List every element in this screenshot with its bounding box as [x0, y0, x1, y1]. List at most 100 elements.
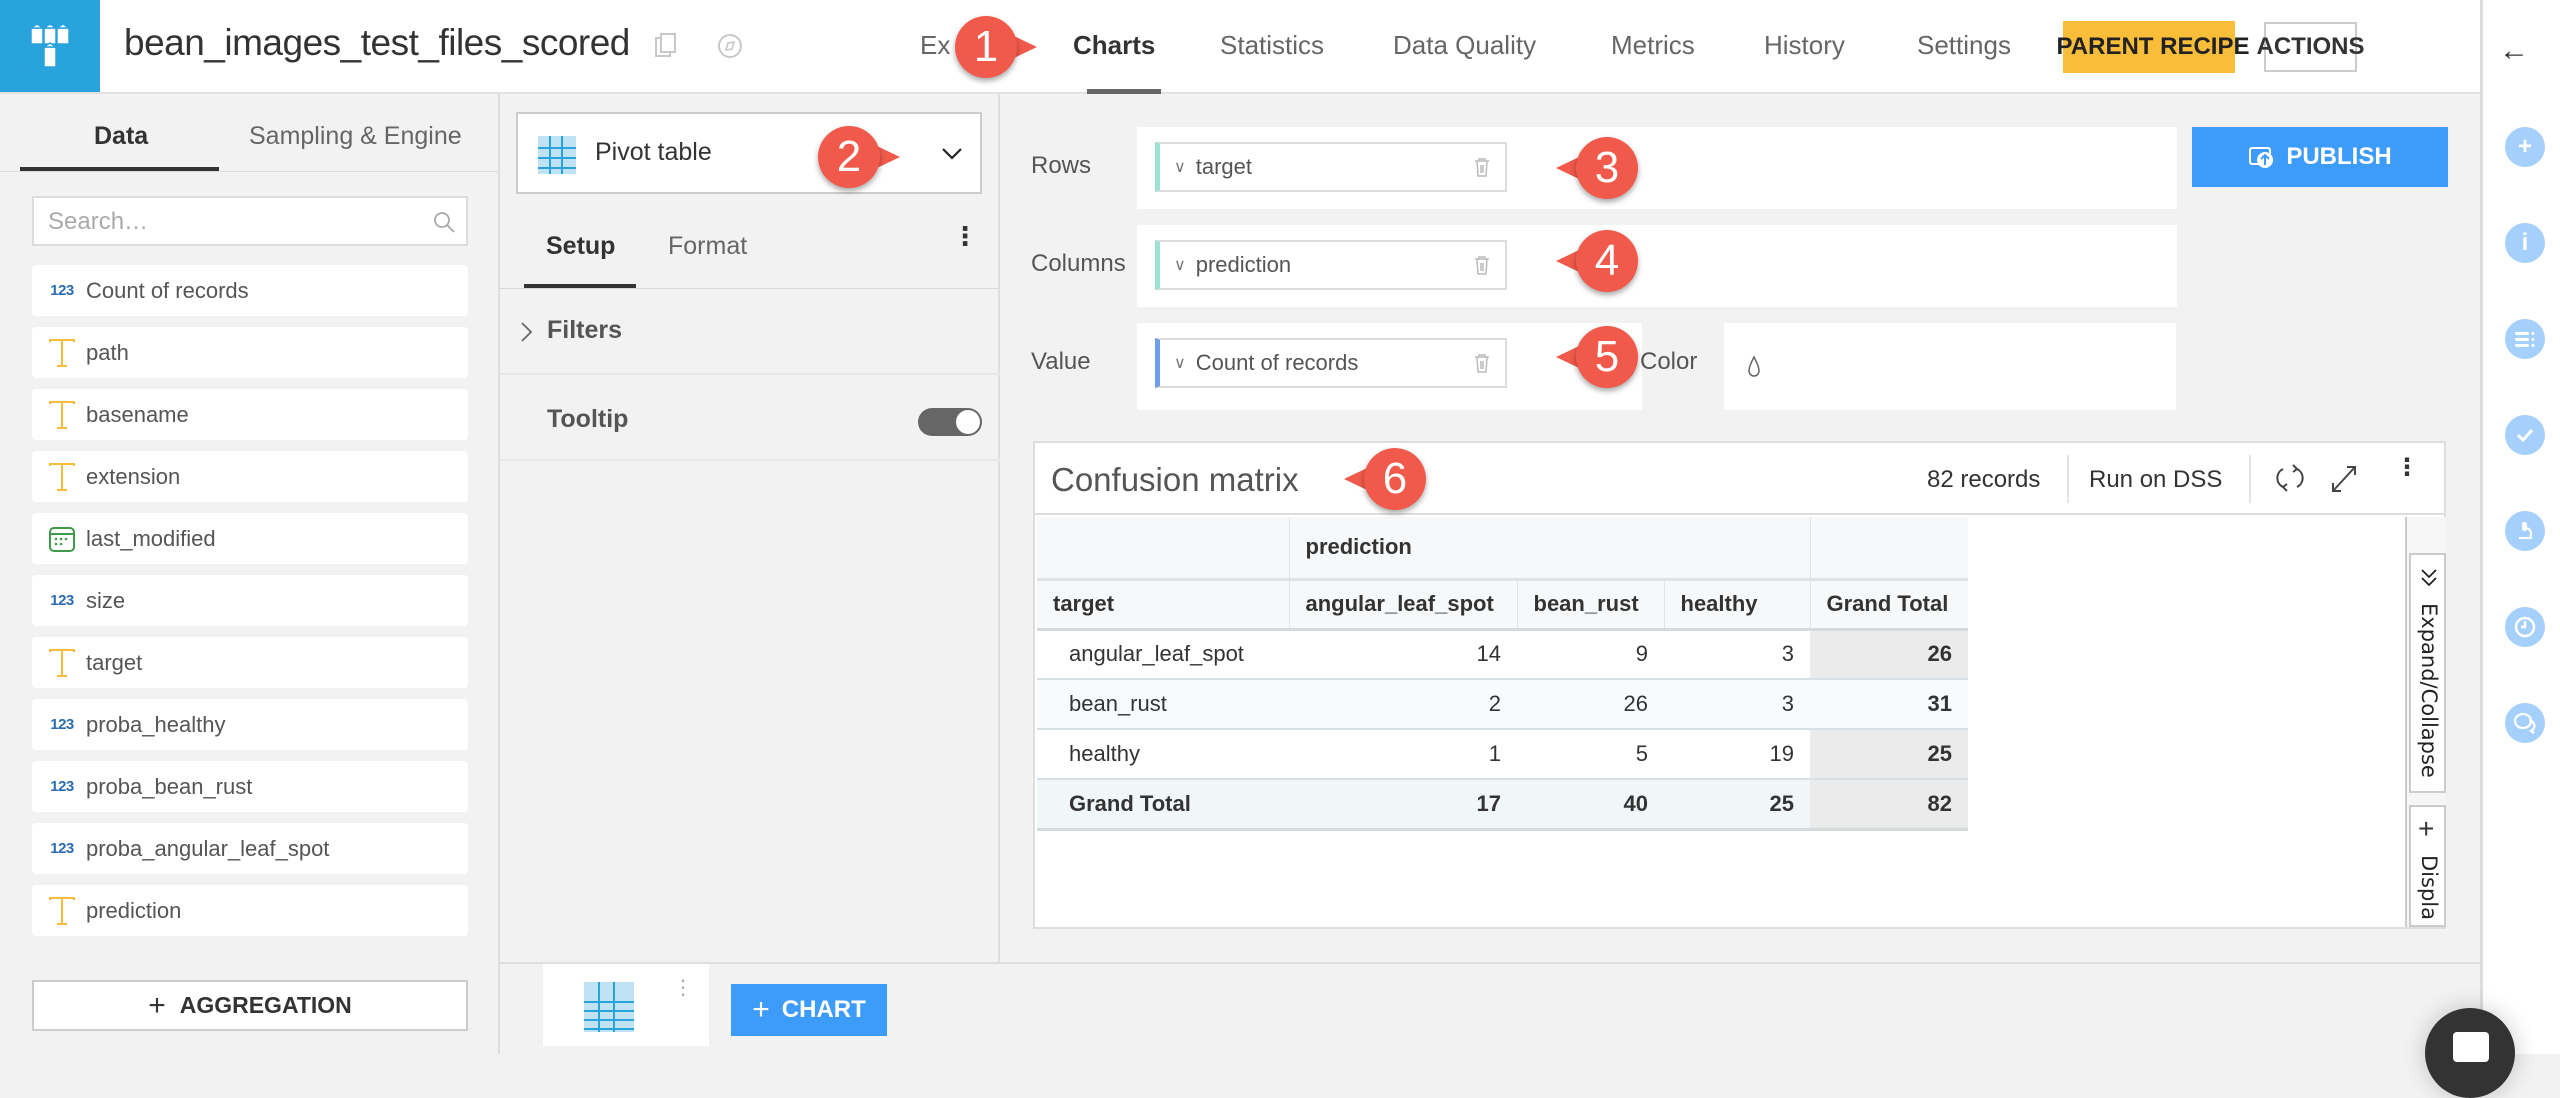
- column-header[interactable]: bean_rust: [1516, 579, 1664, 631]
- chart-thumbnail-tab[interactable]: ⋮: [543, 964, 709, 1046]
- field-item[interactable]: 123 proba_bean_rust: [32, 761, 468, 812]
- callout-number: 4: [1594, 236, 1620, 285]
- row-header-cell[interactable]: angular_leaf_spot: [1037, 629, 1289, 680]
- value-cell: 5: [1517, 729, 1664, 780]
- top-bar: bean_images_test_files_scored Ex Charts …: [0, 0, 2480, 94]
- pivot-corner-cell: [1037, 517, 1289, 581]
- chevron-down-icon[interactable]: ∨: [1174, 353, 1186, 373]
- chart-tab-options-icon[interactable]: ⋮: [673, 978, 693, 998]
- columns-dropzone[interactable]: ∨ prediction: [1137, 225, 2177, 307]
- actions-button[interactable]: ACTIONS: [2257, 22, 2365, 72]
- field-item[interactable]: basename: [32, 389, 468, 440]
- field-item[interactable]: last_modified: [32, 513, 468, 564]
- tooltip-toggle[interactable]: [918, 408, 982, 436]
- tab-statistics[interactable]: Statistics: [1220, 30, 1324, 61]
- filters-section[interactable]: Filters: [500, 289, 1000, 375]
- column-header[interactable]: angular_leaf_spot: [1288, 579, 1517, 631]
- tab-charts[interactable]: Charts: [1073, 30, 1155, 61]
- dataset-title: bean_images_test_files_scored: [124, 22, 630, 63]
- field-item[interactable]: 123 proba_angular_leaf_spot: [32, 823, 468, 874]
- field-item[interactable]: prediction: [32, 885, 468, 936]
- tab-setup[interactable]: Setup: [546, 232, 615, 261]
- tab-sampling-engine[interactable]: Sampling & Engine: [249, 122, 462, 151]
- tab-settings[interactable]: Settings: [1917, 30, 2011, 61]
- trash-icon[interactable]: [1473, 254, 1491, 276]
- color-dropzone[interactable]: [1724, 323, 2176, 410]
- date-type-icon: [42, 525, 82, 553]
- dataset-logo[interactable]: [0, 0, 100, 92]
- parent-recipe-button[interactable]: PARENT RECIPE: [2057, 21, 2249, 73]
- execution-engine-button[interactable]: Run on DSS: [2089, 466, 2222, 494]
- filters-label: Filters: [547, 316, 623, 344]
- value-cell: 3: [1664, 629, 1810, 680]
- color-drop-icon: [1748, 355, 1760, 377]
- collapse-arrow-icon[interactable]: ←: [2499, 34, 2529, 68]
- row-total-cell: 31: [1810, 679, 1968, 730]
- row-dimension-header[interactable]: target: [1037, 579, 1289, 631]
- expand-collapse-label: Expand/Collapse: [2417, 603, 2441, 778]
- value-pill[interactable]: ∨ Count of records: [1155, 338, 1507, 388]
- fullscreen-icon[interactable]: [2329, 461, 2359, 495]
- row-header-cell[interactable]: bean_rust: [1037, 679, 1289, 730]
- field-item[interactable]: 123 size: [32, 575, 468, 626]
- callout-marker: 1: [955, 16, 1037, 78]
- more-options-icon[interactable]: ⋮: [952, 223, 978, 249]
- row-header-cell[interactable]: healthy: [1037, 729, 1289, 780]
- chart-type-selector[interactable]: Pivot table: [516, 112, 982, 194]
- trash-icon[interactable]: [1473, 156, 1491, 178]
- lab-microscope-icon[interactable]: [2505, 511, 2545, 551]
- add-circle-icon[interactable]: +: [2505, 127, 2545, 167]
- callout-marker: 5: [1556, 326, 1638, 388]
- parent-recipe-label: PARENT RECIPE: [2056, 33, 2250, 60]
- field-item[interactable]: target: [32, 637, 468, 688]
- field-label: extension: [86, 463, 181, 489]
- numeric-type-icon: 123: [50, 716, 74, 733]
- pivot-table-icon: [584, 982, 634, 1032]
- field-item[interactable]: extension: [32, 451, 468, 502]
- search-input[interactable]: [48, 208, 418, 236]
- more-options-icon[interactable]: ⋮: [2395, 456, 2419, 480]
- chevron-down-icon[interactable]: ∨: [1174, 157, 1186, 177]
- discussions-icon[interactable]: [2505, 703, 2545, 743]
- column-header[interactable]: healthy: [1663, 579, 1810, 631]
- display-options-button[interactable]: + Displa: [2409, 805, 2446, 927]
- tab-metrics[interactable]: Metrics: [1611, 30, 1695, 61]
- column-total-cell: 17: [1289, 779, 1517, 831]
- tab-format[interactable]: Format: [668, 232, 747, 261]
- rows-dropzone[interactable]: ∨ target: [1137, 127, 2177, 209]
- info-icon[interactable]: i: [2505, 223, 2545, 263]
- field-label: proba_bean_rust: [86, 773, 253, 799]
- rows-pill-label: target: [1195, 154, 1252, 179]
- tab-data[interactable]: Data: [94, 122, 148, 151]
- tab-data-quality[interactable]: Data Quality: [1393, 30, 1536, 61]
- double-chevron-down-icon: [2421, 569, 2437, 587]
- expand-collapse-button[interactable]: Expand/Collapse: [2409, 553, 2446, 793]
- tab-history[interactable]: History: [1764, 30, 1845, 61]
- columns-pill[interactable]: ∨ prediction: [1155, 240, 1507, 290]
- chevron-down-icon[interactable]: ∨: [1174, 255, 1186, 275]
- field-item[interactable]: 123 proba_healthy: [32, 699, 468, 750]
- search-icon[interactable]: [432, 210, 456, 234]
- copy-icon[interactable]: [654, 32, 680, 60]
- rows-pill[interactable]: ∨ target: [1155, 142, 1507, 192]
- chevron-down-icon[interactable]: [940, 142, 964, 166]
- column-dimension-header[interactable]: prediction: [1288, 517, 1810, 581]
- field-item[interactable]: path: [32, 327, 468, 378]
- check-circle-icon[interactable]: [2505, 415, 2545, 455]
- columns-label: Columns: [1031, 250, 1126, 277]
- help-chat-button[interactable]: [2425, 1008, 2515, 1098]
- clock-history-icon[interactable]: [2505, 607, 2545, 647]
- trash-icon[interactable]: [1473, 352, 1491, 374]
- tab-explore[interactable]: Ex: [920, 30, 950, 61]
- row-total-cell: 26: [1810, 629, 1968, 680]
- value-label: Value: [1031, 348, 1091, 375]
- refresh-icon[interactable]: [2275, 461, 2305, 495]
- compass-icon[interactable]: [716, 32, 742, 60]
- chart-title[interactable]: Confusion matrix: [1051, 461, 1299, 499]
- publish-button[interactable]: PUBLISH: [2192, 127, 2448, 187]
- add-chart-button[interactable]: + CHART: [731, 984, 887, 1036]
- add-aggregation-button[interactable]: + AGGREGATION: [32, 980, 468, 1031]
- value-cell: 3: [1664, 679, 1810, 730]
- schema-list-icon[interactable]: [2505, 319, 2545, 359]
- field-item[interactable]: 123 Count of records: [32, 265, 468, 316]
